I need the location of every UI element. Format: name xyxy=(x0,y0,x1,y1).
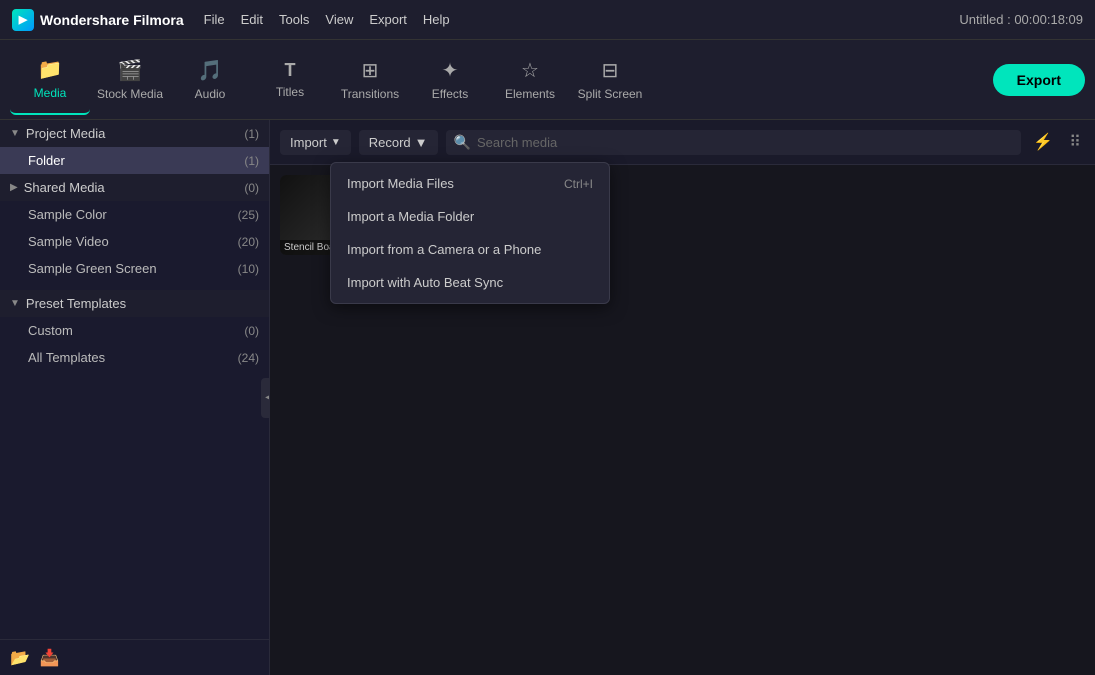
split-screen-label: Split Screen xyxy=(578,87,643,101)
import-chevron-icon: ▼ xyxy=(331,137,341,148)
sample-color-label: Sample Color xyxy=(28,207,107,222)
toolbar-audio[interactable]: 🎵 Audio xyxy=(170,45,250,115)
sidebar-sample-color[interactable]: Sample Color (25) xyxy=(0,201,269,228)
toolbar-media[interactable]: 📁 Media xyxy=(10,45,90,115)
preset-templates-arrow: ▼ xyxy=(10,298,20,309)
stock-media-icon: 🎬 xyxy=(118,58,143,83)
sidebar-shared-media[interactable]: ▶ Shared Media (0) xyxy=(0,174,269,201)
titles-icon: T xyxy=(285,60,296,81)
content-area: Import ▼ Record ▼ 🔍 ⚡ ⠿ Import Media Fil… xyxy=(270,120,1095,675)
audio-icon: 🎵 xyxy=(198,58,223,83)
custom-count: (0) xyxy=(244,324,259,338)
effects-icon: ✦ xyxy=(442,58,459,83)
app-logo: ▶ Wondershare Filmora xyxy=(12,9,184,31)
top-menu-bar: ▶ Wondershare Filmora File Edit Tools Vi… xyxy=(0,0,1095,40)
stock-media-label: Stock Media xyxy=(97,87,163,101)
audio-label: Audio xyxy=(195,87,226,101)
import-auto-beat-sync-item[interactable]: Import with Auto Beat Sync xyxy=(331,266,609,299)
effects-label: Effects xyxy=(432,87,468,101)
shared-media-label: Shared Media xyxy=(24,180,105,195)
sidebar: ▼ Project Media (1) Folder (1) ▶ Shared … xyxy=(0,120,270,675)
search-icon: 🔍 xyxy=(454,134,471,151)
import-files-button[interactable]: 📥 xyxy=(40,648,60,668)
sample-color-count: (25) xyxy=(238,208,259,222)
menu-view[interactable]: View xyxy=(325,12,353,27)
import-media-files-label: Import Media Files xyxy=(347,176,454,191)
sidebar-sample-green-screen[interactable]: Sample Green Screen (10) xyxy=(0,255,269,282)
shared-media-arrow: ▶ xyxy=(10,182,18,193)
project-media-count: (1) xyxy=(244,127,259,141)
all-templates-count: (24) xyxy=(238,351,259,365)
menu-bar: File Edit Tools View Export Help xyxy=(204,12,450,27)
record-chevron-icon: ▼ xyxy=(415,135,428,150)
menu-edit[interactable]: Edit xyxy=(241,12,263,27)
main-toolbar: 📁 Media 🎬 Stock Media 🎵 Audio T Titles ⊞… xyxy=(0,40,1095,120)
import-auto-beat-label: Import with Auto Beat Sync xyxy=(347,275,503,290)
search-bar: 🔍 xyxy=(446,130,1022,155)
elements-label: Elements xyxy=(505,87,555,101)
sidebar-project-media[interactable]: ▼ Project Media (1) xyxy=(0,120,269,147)
import-media-folder-label: Import a Media Folder xyxy=(347,209,474,224)
sample-video-label: Sample Video xyxy=(28,234,109,249)
sample-green-screen-label: Sample Green Screen xyxy=(28,261,157,276)
sidebar-bottom-bar: 📂 📥 xyxy=(0,639,270,675)
toolbar-transitions[interactable]: ⊞ Transitions xyxy=(330,45,410,115)
sidebar-folder[interactable]: Folder (1) xyxy=(0,147,269,174)
grid-view-button[interactable]: ⠿ xyxy=(1065,128,1085,156)
sidebar-all-templates[interactable]: All Templates (24) xyxy=(0,344,269,371)
import-from-camera-label: Import from a Camera or a Phone xyxy=(347,242,541,257)
sidebar-sample-video[interactable]: Sample Video (20) xyxy=(0,228,269,255)
logo-icon: ▶ xyxy=(12,9,34,31)
import-media-folder-item[interactable]: Import a Media Folder xyxy=(331,200,609,233)
titles-label: Titles xyxy=(276,85,304,99)
split-screen-icon: ⊟ xyxy=(602,58,619,83)
toolbar-stock-media[interactable]: 🎬 Stock Media xyxy=(90,45,170,115)
toolbar-effects[interactable]: ✦ Effects xyxy=(410,45,490,115)
folder-label: Folder xyxy=(28,153,65,168)
toolbar-split-screen[interactable]: ⊟ Split Screen xyxy=(570,45,650,115)
sidebar-custom[interactable]: Custom (0) xyxy=(0,317,269,344)
toolbar-titles[interactable]: T Titles xyxy=(250,45,330,115)
search-input[interactable] xyxy=(477,135,1013,150)
sample-green-screen-count: (10) xyxy=(238,262,259,276)
transitions-label: Transitions xyxy=(341,87,399,101)
app-name: Wondershare Filmora xyxy=(40,12,184,28)
filter-button[interactable]: ⚡ xyxy=(1029,128,1057,156)
sample-video-count: (20) xyxy=(238,235,259,249)
elements-icon: ☆ xyxy=(521,58,539,83)
content-toolbar: Import ▼ Record ▼ 🔍 ⚡ ⠿ xyxy=(270,120,1095,165)
shared-media-count: (0) xyxy=(244,181,259,195)
folder-count: (1) xyxy=(244,154,259,168)
export-button[interactable]: Export xyxy=(993,64,1085,96)
import-button[interactable]: Import ▼ xyxy=(280,130,351,155)
record-button[interactable]: Record ▼ xyxy=(359,130,438,155)
custom-label: Custom xyxy=(28,323,73,338)
main-layout: ▼ Project Media (1) Folder (1) ▶ Shared … xyxy=(0,120,1095,675)
menu-export[interactable]: Export xyxy=(369,12,407,27)
toolbar-elements[interactable]: ☆ Elements xyxy=(490,45,570,115)
project-media-arrow: ▼ xyxy=(10,128,20,139)
import-dropdown-menu: Import Media Files Ctrl+I Import a Media… xyxy=(330,162,610,304)
import-label: Import xyxy=(290,135,327,150)
window-title: Untitled : 00:00:18:09 xyxy=(959,12,1083,27)
preset-templates-label: Preset Templates xyxy=(26,296,126,311)
record-label: Record xyxy=(369,135,411,150)
sidebar-preset-templates[interactable]: ▼ Preset Templates xyxy=(0,290,269,317)
menu-help[interactable]: Help xyxy=(423,12,450,27)
media-icon: 📁 xyxy=(38,57,63,82)
sidebar-collapse-handle[interactable]: ◀ xyxy=(261,378,270,418)
all-templates-label: All Templates xyxy=(28,350,105,365)
project-media-label: Project Media xyxy=(26,126,105,141)
menu-tools[interactable]: Tools xyxy=(279,12,309,27)
menu-file[interactable]: File xyxy=(204,12,225,27)
import-media-files-item[interactable]: Import Media Files Ctrl+I xyxy=(331,167,609,200)
media-label: Media xyxy=(34,86,67,100)
new-folder-button[interactable]: 📂 xyxy=(10,648,30,668)
import-from-camera-item[interactable]: Import from a Camera or a Phone xyxy=(331,233,609,266)
import-media-files-shortcut: Ctrl+I xyxy=(564,177,593,191)
transitions-icon: ⊞ xyxy=(362,58,379,83)
